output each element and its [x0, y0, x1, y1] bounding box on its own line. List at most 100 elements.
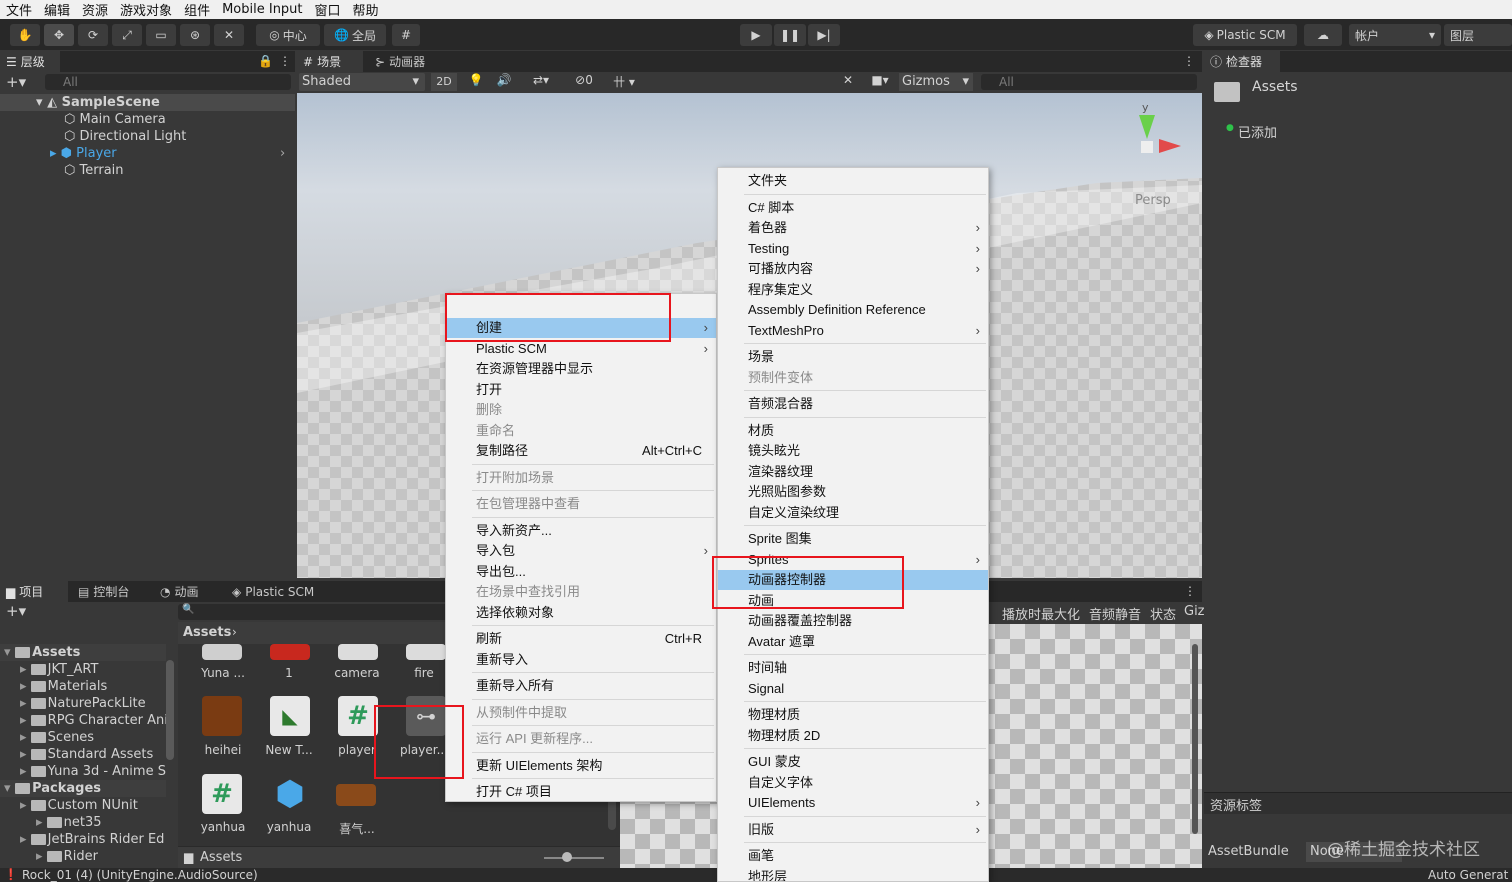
gizmos-toggle[interactable]: Giz	[1184, 604, 1205, 619]
menu-item[interactable]: 物理材质	[718, 705, 988, 725]
gizmos-dropdown[interactable]: Gizmos ▾	[899, 73, 973, 91]
chevron-right-icon[interactable]: ▸	[20, 679, 31, 694]
image-thumbnail[interactable]	[336, 784, 376, 806]
tab-animation[interactable]: ◔ 动画	[154, 581, 224, 602]
transform-tool-icon[interactable]: ⊛	[180, 24, 210, 46]
menu-window[interactable]: 窗口	[309, 0, 347, 19]
hand-tool-icon[interactable]: ✋	[10, 24, 40, 46]
menu-item[interactable]: 时间轴	[718, 658, 988, 678]
menu-item[interactable]: Assembly Definition Reference	[718, 300, 988, 320]
menu-item[interactable]: 自定义字体	[718, 773, 988, 793]
menu-item[interactable]: 材质	[718, 421, 988, 441]
chevron-down-icon[interactable]: ▾	[4, 781, 15, 796]
menu-item[interactable]: 打开	[446, 380, 716, 400]
tab-scene[interactable]: # 场景	[297, 51, 363, 72]
asset-thumbnail[interactable]	[406, 644, 446, 660]
asset-thumbnail[interactable]	[270, 644, 310, 660]
tab-inspector[interactable]: ⓘ 检查器	[1204, 51, 1280, 72]
2d-toggle[interactable]: 2D	[431, 73, 457, 91]
account-dropdown[interactable]: 帐户 ▾	[1349, 24, 1441, 46]
rotate-tool-icon[interactable]: ⟳	[78, 24, 108, 46]
chevron-right-icon[interactable]: ▸	[20, 713, 31, 728]
project-tree-item[interactable]: ▸ Scenes	[0, 729, 166, 746]
menu-item[interactable]: 重新导入所有	[446, 676, 716, 696]
shading-dropdown[interactable]: Shaded ▾	[299, 73, 425, 91]
chevron-right-icon[interactable]: ▸	[20, 764, 31, 779]
chevron-right-icon[interactable]: ▸	[20, 832, 31, 847]
prefab-icon[interactable]: ⬢	[270, 774, 310, 814]
zoom-slider[interactable]	[544, 857, 604, 859]
add-icon[interactable]: +▾	[6, 73, 26, 91]
tab-plastic-scm[interactable]: ◈ Plastic SCM	[226, 581, 336, 602]
menu-item[interactable]: 程序集定义	[718, 280, 988, 300]
menu-item[interactable]: 动画	[718, 591, 988, 611]
chevron-right-icon[interactable]: ▸	[20, 798, 31, 813]
menu-item[interactable]: 导入包 ›	[446, 541, 716, 561]
audio-icon[interactable]: 🔊	[493, 73, 515, 91]
menu-item[interactable]: Signal	[718, 679, 988, 699]
project-tree-item[interactable]: ▸ Standard Assets	[0, 746, 166, 763]
terrain-asset-icon[interactable]: ◣	[270, 696, 310, 736]
hidden-objects-icon[interactable]: ⊘0	[567, 73, 601, 91]
pivot-toggle[interactable]: ◎ 中心	[256, 24, 320, 46]
menu-help[interactable]: 帮助	[347, 0, 385, 19]
menu-item[interactable]: 选择依赖对象	[446, 603, 716, 623]
menu-item[interactable]: 创建 ›	[446, 318, 716, 338]
menu-item[interactable]: 着色器 ›	[718, 218, 988, 238]
menu-item[interactable]: 导入新资产...	[446, 521, 716, 541]
menu-item[interactable]: TextMeshPro ›	[718, 321, 988, 341]
grid-toggle-icon[interactable]: 卄 ▾	[603, 73, 645, 91]
tab-console[interactable]: ▤ 控制台	[72, 581, 152, 602]
menu-item[interactable]: 复制路径 Alt+Ctrl+C	[446, 441, 716, 461]
project-tree-item[interactable]: ▸ JKT_ART	[0, 661, 166, 678]
mute-audio-toggle[interactable]: 音频静音	[1089, 604, 1141, 623]
grid-snap-icon[interactable]: #	[392, 24, 420, 46]
project-tree-item[interactable]: ▸ JetBrains Rider Ed	[0, 831, 166, 848]
hierarchy-item[interactable]: ⬡ Directional Light	[0, 128, 186, 145]
chevron-right-icon[interactable]: ▸	[20, 747, 31, 762]
pause-button[interactable]: ❚❚	[774, 24, 806, 46]
tools-icon[interactable]: ✕	[837, 73, 859, 91]
tab-animator[interactable]: ⊱ 动画器	[369, 51, 441, 72]
orientation-gizmo[interactable]: y	[1115, 101, 1185, 191]
menu-item[interactable]: Testing ›	[718, 239, 988, 259]
project-tree-item[interactable]: ▸ Yuna 3d - Anime S	[0, 763, 166, 780]
project-tree-item[interactable]: ▸ net35	[0, 814, 166, 831]
menu-item[interactable]: GUI 蒙皮	[718, 752, 988, 772]
kebab-menu-icon[interactable]: ⋮	[279, 54, 291, 68]
tree-scrollbar[interactable]	[166, 660, 174, 760]
menu-assets[interactable]: 资源	[76, 0, 114, 19]
lighting-icon[interactable]: 💡	[465, 73, 487, 91]
project-tree-item[interactable]: ▸ Custom NUnit	[0, 797, 166, 814]
game-scrollbar[interactable]	[1192, 644, 1198, 834]
menu-gameobject[interactable]: 游戏对象	[114, 0, 178, 19]
menu-item[interactable]: 画笔	[718, 846, 988, 866]
menu-item[interactable]: 更新 UIElements 架构	[446, 756, 716, 776]
image-thumbnail[interactable]	[202, 696, 242, 736]
zoom-slider-handle[interactable]	[562, 852, 572, 862]
menu-item[interactable]: UIElements ›	[718, 793, 988, 813]
plastic-scm-button[interactable]: ◈ Plastic SCM	[1193, 24, 1297, 46]
effects-icon[interactable]: ⇄▾	[521, 73, 561, 91]
project-tree-item[interactable]: ▾ Packages	[0, 780, 166, 797]
menu-item[interactable]: 可播放内容 ›	[718, 259, 988, 279]
menu-item[interactable]: 旧版 ›	[718, 820, 988, 840]
menu-component[interactable]: 组件	[178, 0, 216, 19]
chevron-right-icon[interactable]: ▸	[20, 696, 31, 711]
project-tree-item[interactable]: ▸ Rider	[0, 848, 166, 865]
rect-tool-icon[interactable]: ▭	[146, 24, 176, 46]
layers-dropdown[interactable]: 图层	[1444, 24, 1512, 46]
menu-item[interactable]: 打开 C# 项目	[446, 782, 716, 801]
move-tool-icon[interactable]: ✥	[44, 24, 74, 46]
cloud-icon[interactable]: ☁	[1304, 24, 1342, 46]
menu-item[interactable]: 重新导入	[446, 650, 716, 670]
step-button[interactable]: ▶|	[808, 24, 840, 46]
scale-tool-icon[interactable]: ⤢	[112, 24, 142, 46]
project-tree-item[interactable]: ▸ NaturePackLite	[0, 695, 166, 712]
scene-root[interactable]: ▾ ◭ SampleScene	[0, 94, 295, 111]
add-icon[interactable]: +▾	[6, 602, 26, 620]
menu-item[interactable]: Sprites ›	[718, 550, 988, 570]
kebab-menu-icon[interactable]: ⋮	[1184, 584, 1196, 598]
menu-item[interactable]: 自定义渲染纹理	[718, 503, 988, 523]
maximize-on-play-toggle[interactable]: 播放时最大化	[1002, 604, 1080, 623]
